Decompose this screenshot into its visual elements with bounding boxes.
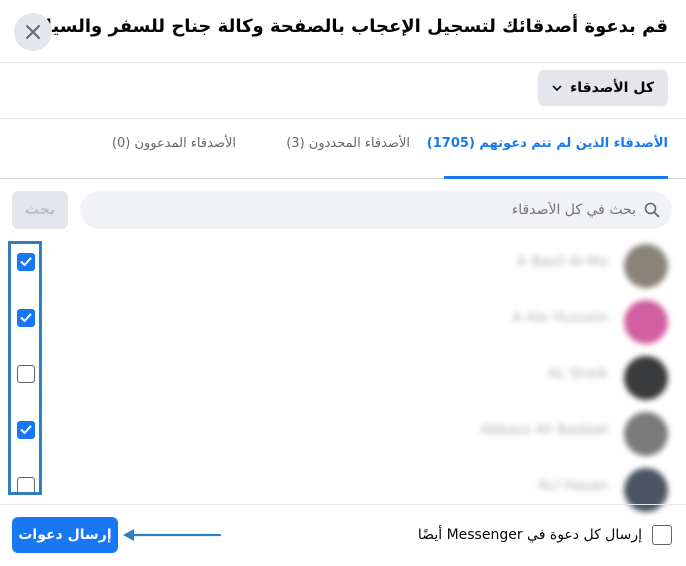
friends-filter-dropdown[interactable]: كل الأصدقاء — [538, 70, 668, 106]
friends-tabs: الأصدقاء الذين لم تتم دعوتهم (1705) الأص… — [0, 118, 686, 179]
friend-name: AL Sheik — [547, 366, 608, 382]
tab-not-invited[interactable]: الأصدقاء الذين لم تتم دعوتهم (1705) — [427, 136, 668, 151]
friend-name: Abbass Ali Badawi — [480, 422, 608, 438]
filter-row: كل الأصدقاء — [0, 62, 686, 119]
friend-row[interactable]: AL Sheik — [0, 350, 686, 406]
send-invites-button[interactable]: إرسال دعوات — [12, 517, 118, 553]
search-input[interactable] — [114, 201, 638, 219]
dialog-header: قم بدعوة أصدقائك لتسجيل الإعجاب بالصفحة … — [0, 0, 686, 63]
filter-label: كل الأصدقاء — [570, 80, 654, 96]
friend-row[interactable]: A Basil Al-Mo — [0, 238, 686, 294]
friend-name: A Basil Al-Mo — [517, 254, 608, 270]
friend-row[interactable]: A Ale Hussein — [0, 294, 686, 350]
dialog-title: قم بدعوة أصدقائك لتسجيل الإعجاب بالصفحة … — [21, 16, 668, 37]
friend-row[interactable]: Abbass Ali Badawi — [0, 406, 686, 462]
search-button[interactable]: بحث — [12, 191, 68, 229]
active-tab-indicator — [444, 176, 668, 179]
avatar — [624, 300, 668, 344]
search-box — [80, 191, 672, 229]
tab-invited[interactable]: الأصدقاء المدعوون (0) — [112, 136, 236, 151]
search-icon — [644, 202, 660, 218]
messenger-option[interactable]: إرسال كل دعوة في Messenger أيضًا — [418, 525, 672, 545]
friends-list: A Basil Al-Mo A Ale Hussein AL Sheik Abb… — [0, 238, 686, 512]
avatar — [624, 244, 668, 288]
chevron-down-icon — [552, 85, 562, 92]
messenger-label: إرسال كل دعوة في Messenger أيضًا — [417, 527, 642, 543]
tab-selected[interactable]: الأصدقاء المحددون (3) — [286, 136, 410, 151]
messenger-checkbox[interactable] — [652, 525, 672, 545]
avatar — [624, 412, 668, 456]
avatar — [624, 356, 668, 400]
close-button[interactable] — [14, 13, 52, 51]
invite-friends-dialog: قم بدعوة أصدقائك لتسجيل الإعجاب بالصفحة … — [0, 0, 686, 565]
dialog-footer: إرسال دعوات إرسال كل دعوة في Messenger أ… — [0, 504, 686, 566]
friend-name: A Ale Hussein — [512, 310, 608, 326]
arrow-left-icon — [123, 529, 222, 541]
friend-name: ALI Hasan — [538, 478, 608, 494]
checkbox-highlight-frame — [8, 241, 42, 495]
close-icon — [26, 25, 40, 39]
